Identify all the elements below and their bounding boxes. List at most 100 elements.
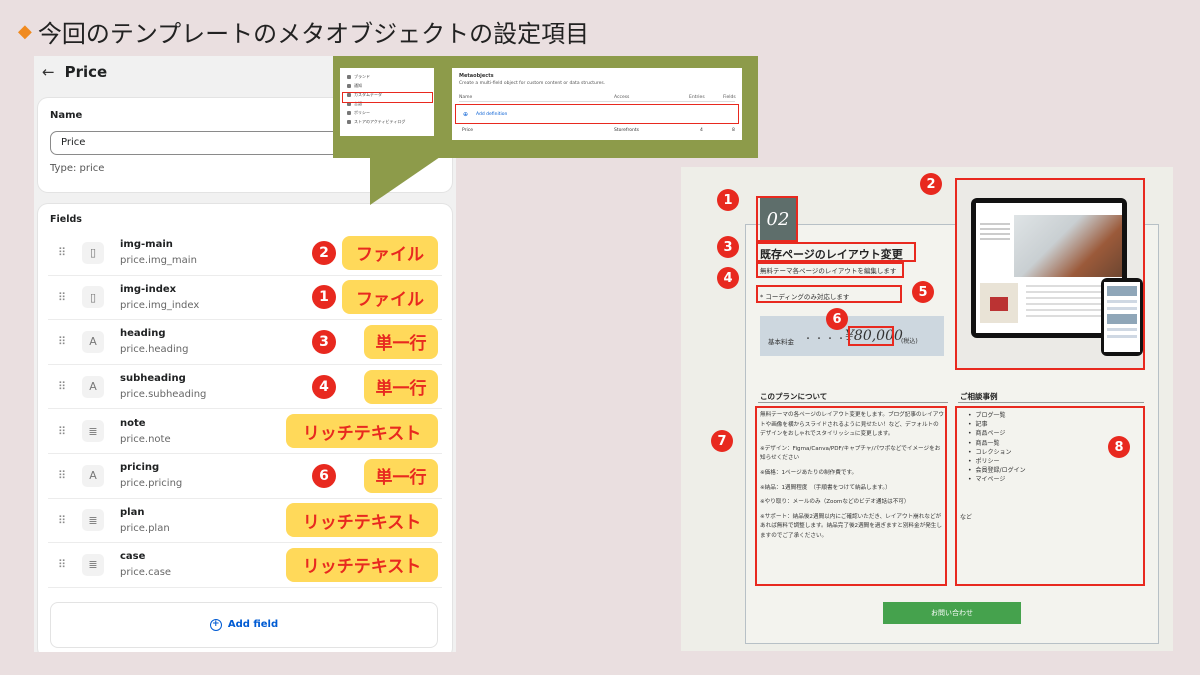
highlight-box-2 — [955, 178, 1145, 370]
text-icon: A — [82, 464, 104, 487]
field-row[interactable]: ⠿ ▯ img-index price.img_index 1 ファイル — [48, 276, 442, 321]
add-field-label: Add field — [227, 619, 279, 631]
price-tax: (税込) — [901, 338, 918, 345]
drag-handle-icon[interactable]: ⠿ — [48, 291, 74, 304]
field-row[interactable]: ⠿ A heading price.heading 3 単一行 — [48, 320, 442, 365]
type-value: price — [79, 163, 105, 174]
menu-item-icon — [347, 74, 351, 79]
menu-item[interactable]: 通知 — [344, 81, 430, 90]
diamond-bullet-icon: ◆ — [18, 21, 32, 42]
field-name: case — [120, 551, 146, 563]
add-definition-label: Add definition — [476, 111, 508, 117]
field-key: price.plan — [120, 522, 170, 534]
field-type-tag: 単一行 — [364, 458, 438, 493]
fields-card: Fields ⠿ ▯ img-main price.img_main 2 ファイル… — [38, 204, 452, 652]
slide-title-text: 今回のテンプレートのメタオブジェクトの設定項目 — [37, 20, 590, 48]
fields-label: Fields — [50, 214, 82, 225]
file-icon: ▯ — [82, 241, 104, 264]
text-icon: A — [82, 330, 104, 353]
field-row[interactable]: ⠿ ≣ planprice.plan 7 リッチテキスト — [48, 499, 442, 544]
menu-item[interactable]: ポリシー — [344, 108, 430, 117]
plus-circle-icon: + — [209, 618, 222, 631]
field-key: price.note — [120, 433, 171, 445]
case-divider — [958, 402, 1144, 403]
field-row[interactable]: ⠿ ≣ caseprice.case 8 リッチテキスト — [48, 543, 442, 588]
highlight-box-5 — [756, 285, 902, 303]
marker-2: 2 — [920, 173, 942, 195]
field-type-tag: リッチテキスト — [286, 503, 438, 538]
menu-item[interactable]: ブランド — [344, 72, 430, 81]
field-type-tag: リッチテキスト — [286, 547, 438, 582]
field-name: subheading — [120, 373, 186, 385]
metaobjects-table-header: Name Access Entries Fields — [459, 95, 736, 102]
drag-handle-icon[interactable]: ⠿ — [48, 514, 74, 527]
back-arrow-icon[interactable]: ← — [42, 63, 55, 81]
menu-item-icon — [347, 119, 351, 124]
field-type-tag: ファイル — [342, 235, 438, 270]
add-field-button[interactable]: + Add field — [50, 601, 438, 648]
menu-item-icon — [347, 83, 351, 88]
field-row[interactable]: ⠿ ▯ img-main price.img_main 2 ファイル — [48, 231, 442, 276]
field-name: heading — [120, 328, 166, 340]
file-icon: ▯ — [82, 286, 104, 309]
marker-7: 7 — [711, 430, 733, 452]
field-row[interactable]: ⠿ A subheading price.subheading 4 単一行 — [48, 365, 442, 410]
price-dots: ・・・・ — [804, 334, 848, 343]
menu-item[interactable]: ストアのアクティビティログ — [344, 117, 430, 126]
highlight-box-8 — [955, 406, 1145, 586]
field-key: price.case — [120, 567, 172, 579]
field-type-tag: リッチテキスト — [286, 414, 438, 449]
field-key: price.pricing — [120, 478, 183, 490]
field-type-tag: 単一行 — [364, 369, 438, 404]
drag-handle-icon[interactable]: ⠿ — [48, 469, 74, 482]
rich-text-icon: ≣ — [82, 420, 104, 443]
marker-number: 4 — [312, 374, 336, 399]
field-name: img-index — [120, 283, 177, 295]
rich-text-icon: ≣ — [82, 509, 104, 532]
callout-pointer — [370, 157, 440, 205]
field-name: note — [120, 417, 146, 429]
marker-5: 5 — [912, 281, 934, 303]
highlight-box-4 — [756, 262, 904, 278]
marker-8: 8 — [1108, 436, 1130, 458]
field-type-tag: ファイル — [342, 280, 438, 315]
highlight-box-6 — [848, 326, 894, 346]
text-icon: A — [82, 375, 104, 398]
slide-title: ◆ 今回のテンプレートのメタオブジェクトの設定項目 — [18, 14, 589, 49]
drag-handle-icon[interactable]: ⠿ — [48, 335, 74, 348]
field-type-tag: 単一行 — [364, 324, 438, 359]
page-title: Price — [64, 63, 108, 81]
field-key: price.heading — [120, 344, 189, 356]
metaobjects-thumbnail: Metaobjects Create a multi-field object … — [452, 68, 742, 140]
marker-6: 6 — [826, 308, 848, 330]
field-row[interactable]: ⠿ A pricing price.pricing 6 単一行 — [48, 454, 442, 499]
menu-item-icon — [347, 110, 351, 115]
drag-handle-icon[interactable]: ⠿ — [48, 425, 74, 438]
metaobjects-desc: Create a multi-field object for custom c… — [459, 81, 606, 86]
contact-button[interactable]: お問い合わせ — [883, 602, 1021, 624]
field-name: pricing — [120, 462, 160, 474]
drag-handle-icon[interactable]: ⠿ — [48, 558, 74, 571]
metaobjects-title: Metaobjects — [459, 73, 494, 79]
plan-divider — [758, 402, 948, 403]
marker-number: 6 — [312, 463, 336, 488]
marker-4: 4 — [717, 267, 739, 289]
plan-title: このプランについて — [760, 392, 828, 401]
highlight-box-7 — [755, 406, 947, 586]
drag-handle-icon[interactable]: ⠿ — [48, 246, 74, 259]
highlight-box-3 — [756, 242, 916, 262]
price-label: 基本料金 — [768, 338, 794, 346]
drag-handle-icon[interactable]: ⠿ — [48, 380, 74, 393]
field-key: price.subheading — [120, 389, 207, 401]
marker-number: 2 — [312, 240, 336, 265]
field-row[interactable]: ⠿ ≣ noteprice.note 5 リッチテキスト — [48, 409, 442, 454]
field-key: price.img_main — [120, 255, 197, 267]
marker-number: 3 — [312, 329, 336, 354]
case-title: ご相談事例 — [960, 392, 998, 401]
field-name: plan — [120, 506, 145, 518]
add-definition-row[interactable]: ⊕ Add definition — [455, 104, 739, 124]
marker-1: 1 — [717, 189, 739, 211]
field-key: price.img_index — [120, 299, 200, 311]
field-name: img-main — [120, 239, 173, 251]
settings-menu-thumbnail: ブランド 通知 カスタムデータ 言語 ポリシー ストアのアクティビティログ — [340, 68, 434, 136]
